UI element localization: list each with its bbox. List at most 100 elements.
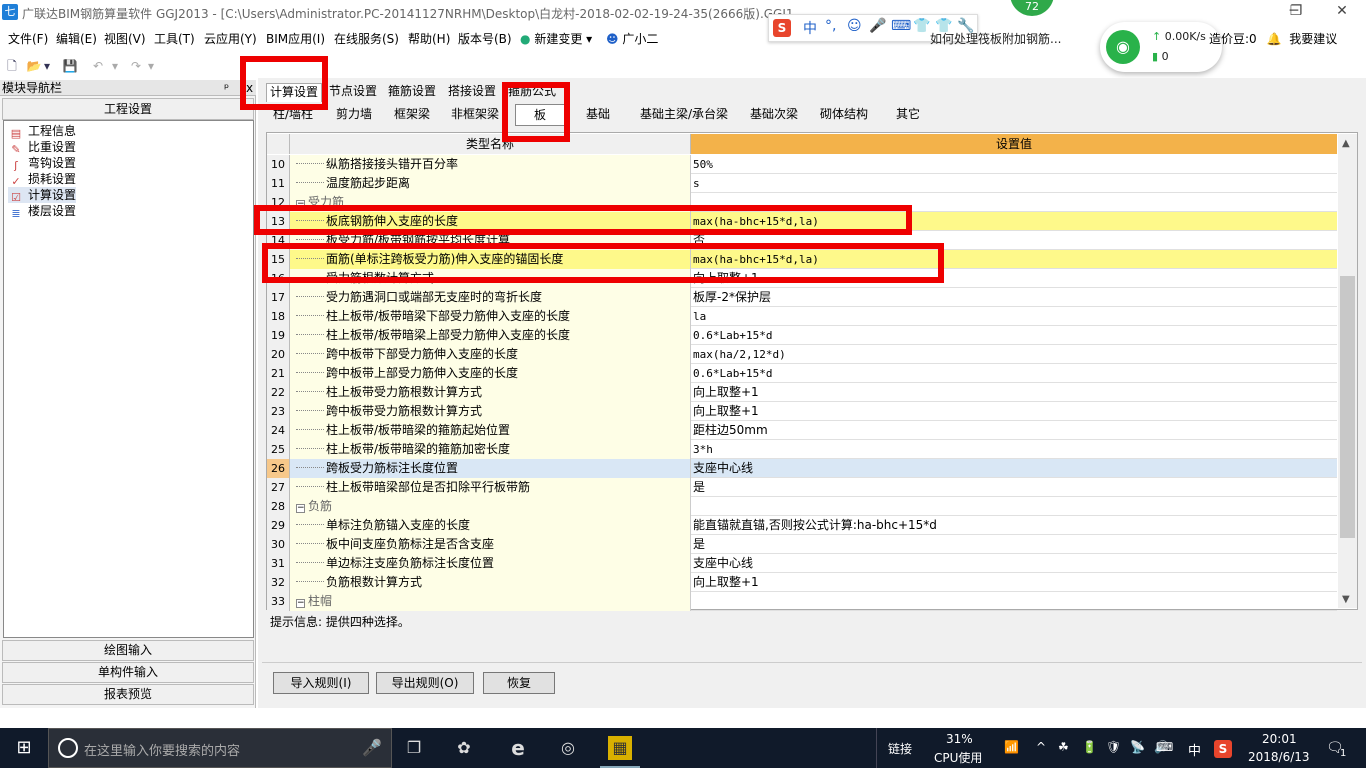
table-row[interactable]: 18 柱上板带/板带暗梁下部受力筋伸入支座的长度 la bbox=[267, 307, 1337, 326]
tray-app-icon[interactable]: ☘ bbox=[1058, 740, 1069, 754]
tree-item-hook[interactable]: ʃ 弯钩设置 bbox=[8, 155, 76, 172]
table-row[interactable]: 31 单边标注支座负筋标注长度位置 支座中心线 bbox=[267, 554, 1337, 573]
row-value-cell[interactable]: 支座中心线 bbox=[691, 554, 1337, 573]
menu-version[interactable]: 版本号(B) bbox=[458, 30, 512, 47]
bean-count[interactable]: 造价豆:0 bbox=[1209, 32, 1257, 46]
undo-icon[interactable]: ↶ bbox=[90, 58, 106, 74]
row-value-cell[interactable]: 能直锚就直锚,否则按公式计算:ha-bhc+15*d bbox=[691, 516, 1337, 535]
bell-icon[interactable]: 🔔 bbox=[1267, 32, 1282, 46]
group-row[interactable]: 33− 柱帽 bbox=[267, 592, 1337, 611]
clock-date[interactable]: 2018/6/13 bbox=[1248, 750, 1310, 764]
table-row[interactable]: 21 跨中板带上部受力筋伸入支座的长度 0.6*Lab+15*d bbox=[267, 364, 1337, 383]
scrollbar-thumb[interactable] bbox=[1340, 276, 1355, 538]
table-row[interactable]: 27 柱上板带暗梁部位是否扣除平行板带筋 是 bbox=[267, 478, 1337, 497]
browser-app-icon[interactable]: ◎ bbox=[556, 736, 580, 760]
menu-new-change[interactable]: ● 新建变更 ▾ bbox=[520, 30, 592, 47]
shield-icon[interactable]: 🛡 bbox=[1106, 740, 1121, 754]
ime-indicator[interactable]: 中 bbox=[1188, 740, 1201, 759]
menu-help[interactable]: 帮助(H) bbox=[408, 30, 450, 47]
skin-icon[interactable]: 👕 bbox=[913, 18, 930, 34]
nav-drawing-input[interactable]: 绘图输入 bbox=[2, 640, 254, 661]
tree-item-project-info[interactable]: ▤ 工程信息 bbox=[8, 123, 76, 140]
row-value-cell[interactable]: 是 bbox=[691, 535, 1337, 554]
table-row[interactable]: 30 板中间支座负筋标注是否含支座 是 bbox=[267, 535, 1337, 554]
tab-other[interactable]: 其它 bbox=[880, 104, 936, 126]
microphone-icon[interactable]: 🎤 bbox=[360, 736, 384, 760]
row-value-cell[interactable]: max(ha/2,12*d) bbox=[691, 345, 1337, 364]
sogou-tray-icon[interactable]: S bbox=[1214, 740, 1232, 758]
row-value-cell[interactable]: 50% bbox=[691, 155, 1337, 174]
table-row[interactable]: 11 温度筋起步距离 s bbox=[267, 174, 1337, 193]
row-value-cell[interactable]: 向上取整+1 bbox=[691, 573, 1337, 592]
table-row[interactable]: 20 跨中板带下部受力筋伸入支座的长度 max(ha/2,12*d) bbox=[267, 345, 1337, 364]
tab-nonframe-beam[interactable]: 非框架梁 bbox=[444, 104, 506, 126]
nav-section-project-settings[interactable]: 工程设置 bbox=[2, 98, 254, 120]
menu-online[interactable]: 在线服务(S) bbox=[334, 30, 399, 47]
row-value-cell[interactable]: 板厚-2*保护层 bbox=[691, 288, 1337, 307]
network-popup[interactable]: ◉ ↑ 0.00K/s ▮ 0 bbox=[1100, 22, 1222, 72]
suggest-link[interactable]: 我要建议 bbox=[1289, 32, 1337, 46]
tree-item-loss[interactable]: ✓ 损耗设置 bbox=[8, 171, 76, 188]
export-rules-button[interactable]: 导出规则(O) bbox=[376, 672, 474, 694]
tab-shear-wall[interactable]: 剪力墙 bbox=[326, 104, 382, 126]
pinwheel-app-icon[interactable]: ✿ bbox=[452, 736, 476, 760]
menu-view[interactable]: 视图(V) bbox=[104, 30, 146, 47]
table-row[interactable]: 17 受力筋遇洞口或端部无支座时的弯折长度 板厚-2*保护层 bbox=[267, 288, 1337, 307]
group-row[interactable]: 28− 负筋 bbox=[267, 497, 1337, 516]
table-row[interactable]: 24 柱上板带/板带暗梁的箍筋起始位置 距柱边50mm bbox=[267, 421, 1337, 440]
menu-bim[interactable]: BIM应用(I) bbox=[266, 30, 325, 47]
menu-file[interactable]: 文件(F) bbox=[8, 30, 48, 47]
clock-time[interactable]: 20:01 bbox=[1262, 732, 1297, 746]
nav-single-member-input[interactable]: 单构件输入 bbox=[2, 662, 254, 683]
tab-stirrup-settings[interactable]: 箍筋设置 bbox=[385, 83, 439, 102]
open-dropdown-icon[interactable]: ▾ bbox=[42, 58, 52, 74]
table-row[interactable]: 25 柱上板带/板带暗梁的箍筋加密长度 3*h bbox=[267, 440, 1337, 459]
network-icon[interactable]: 📡 bbox=[1130, 740, 1145, 754]
pin-icon[interactable]: ᵖ bbox=[224, 80, 229, 96]
scroll-up-icon[interactable]: ▲ bbox=[1342, 138, 1350, 149]
battery-icon[interactable]: 🔋 bbox=[1082, 740, 1097, 754]
table-row[interactable]: 10 纵筋搭接接头错开百分率 50% bbox=[267, 155, 1337, 174]
tab-frame-beam[interactable]: 框架梁 bbox=[384, 104, 440, 126]
tab-foundation[interactable]: 基础 bbox=[570, 104, 626, 126]
column-header-name[interactable]: 类型名称 bbox=[290, 134, 691, 154]
table-row[interactable]: 22 柱上板带受力筋根数计算方式 向上取整+1 bbox=[267, 383, 1337, 402]
maximize-button[interactable]: ❐ bbox=[1276, 0, 1316, 24]
menu-edit[interactable]: 编辑(E) bbox=[56, 30, 97, 47]
redo-dropdown-icon[interactable]: ▾ bbox=[146, 58, 156, 74]
restore-button[interactable]: 恢复 bbox=[483, 672, 555, 694]
show-hidden-icons[interactable]: ^ bbox=[1036, 740, 1046, 754]
wifi-tray-icon[interactable]: 📶 bbox=[1004, 740, 1019, 754]
close-button[interactable]: ✕ bbox=[1322, 0, 1362, 24]
task-view-icon[interactable]: ❐ bbox=[402, 736, 426, 760]
touch-keyboard-icon[interactable]: ⌨ bbox=[1156, 740, 1173, 754]
table-row[interactable]: 23 跨中板带受力筋根数计算方式 向上取整+1 bbox=[267, 402, 1337, 421]
nav-report-preview[interactable]: 报表预览 bbox=[2, 684, 254, 705]
tab-lap-settings[interactable]: 搭接设置 bbox=[445, 83, 499, 102]
column-header-value[interactable]: 设置值 bbox=[691, 134, 1337, 154]
scroll-down-icon[interactable]: ▼ bbox=[1342, 594, 1350, 605]
table-row[interactable]: 19 柱上板带/板带暗梁上部受力筋伸入支座的长度 0.6*Lab+15*d bbox=[267, 326, 1337, 345]
import-rules-button[interactable]: 导入规则(I) bbox=[273, 672, 369, 694]
table-row[interactable]: 32 负筋根数计算方式 向上取整+1 bbox=[267, 573, 1337, 592]
menu-assistant[interactable]: ☻ 广小二 bbox=[606, 30, 658, 47]
row-value-cell[interactable]: 支座中心线 bbox=[691, 459, 1337, 478]
undo-dropdown-icon[interactable]: ▾ bbox=[110, 58, 120, 74]
save-icon[interactable]: 💾 bbox=[62, 58, 78, 74]
tree-item-calc[interactable]: ☑ 计算设置 bbox=[8, 187, 77, 204]
redo-icon[interactable]: ↷ bbox=[128, 58, 144, 74]
row-value-cell[interactable]: 0.6*Lab+15*d bbox=[691, 364, 1337, 383]
windows-start-icon[interactable]: ⊞ bbox=[0, 728, 48, 768]
row-value-cell[interactable]: 向上取整+1 bbox=[691, 383, 1337, 402]
table-row[interactable]: 29 单标注负筋锚入支座的长度 能直锚就直锚,否则按公式计算:ha-bhc+15*d bbox=[267, 516, 1337, 535]
row-value-cell[interactable]: s bbox=[691, 174, 1337, 193]
table-row[interactable]: 26 跨板受力筋标注长度位置 支座中心线 bbox=[267, 459, 1337, 478]
tab-node-settings[interactable]: 节点设置 bbox=[326, 83, 380, 102]
row-value-cell[interactable]: 3*h bbox=[691, 440, 1337, 459]
row-value-cell[interactable]: la bbox=[691, 307, 1337, 326]
open-folder-icon[interactable]: 📂 bbox=[26, 58, 42, 74]
new-file-icon[interactable]: 🗋 bbox=[4, 58, 20, 74]
news-link[interactable]: 如何处理筏板附加钢筋... bbox=[930, 30, 1061, 47]
tab-foundation-main-beam[interactable]: 基础主梁/承台梁 bbox=[630, 104, 738, 126]
tree-item-weight[interactable]: ✎ 比重设置 bbox=[8, 139, 76, 156]
